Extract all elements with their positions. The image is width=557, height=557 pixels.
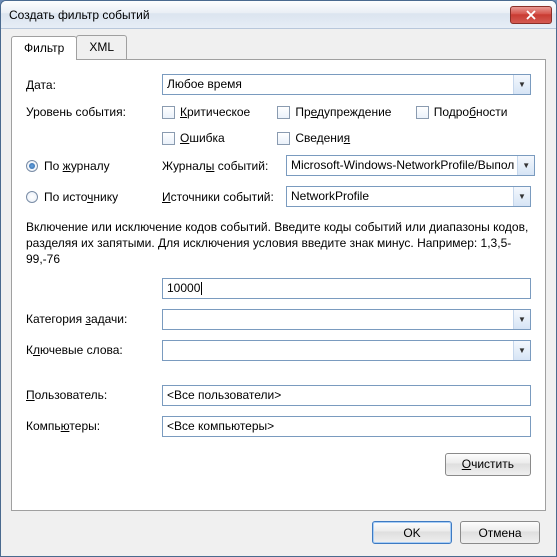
date-combo-value: Любое время bbox=[162, 74, 531, 95]
chk-verbose[interactable]: Подробности bbox=[416, 105, 531, 119]
checkbox-icon bbox=[277, 132, 290, 145]
event-logs-value: Microsoft-Windows-NetworkProfile/Выпол bbox=[286, 155, 535, 176]
checkbox-icon bbox=[416, 106, 429, 119]
row-by-source: По источнику Источники событий: NetworkP… bbox=[26, 186, 531, 207]
row-computers: Компьютеры: bbox=[26, 416, 531, 437]
category-value bbox=[162, 309, 531, 330]
close-icon bbox=[526, 10, 536, 20]
chk-warning[interactable]: Предупреждение bbox=[277, 105, 415, 119]
row-level: Уровень события: Критическое Предупрежде… bbox=[26, 105, 531, 145]
event-logs-combo[interactable]: Microsoft-Windows-NetworkProfile/Выпол ▼ bbox=[286, 155, 535, 176]
ok-button[interactable]: OK bbox=[372, 521, 452, 544]
label-user: Пользователь: bbox=[26, 388, 154, 402]
titlebar: Создать фильтр событий bbox=[1, 1, 556, 29]
computers-input[interactable] bbox=[162, 416, 531, 437]
label-level: Уровень события: bbox=[26, 105, 154, 119]
radio-by-log-wrap[interactable]: По журналу bbox=[26, 159, 154, 173]
row-user: Пользователь: bbox=[26, 385, 531, 406]
row-date: Дата: Любое время ▼ bbox=[26, 74, 531, 95]
date-combo[interactable]: Любое время ▼ bbox=[162, 74, 531, 95]
chk-critical[interactable]: Критическое bbox=[162, 105, 277, 119]
filter-panel: Дата: Любое время ▼ Уровень события: Кри… bbox=[11, 59, 546, 511]
tab-xml[interactable]: XML bbox=[76, 35, 127, 59]
row-category: Категория задачи: ▼ bbox=[26, 309, 531, 330]
label-keywords: Ключевые слова: bbox=[26, 343, 154, 357]
chk-info[interactable]: Сведения bbox=[277, 131, 415, 145]
row-event-ids: 10000 bbox=[26, 278, 531, 299]
checkbox-icon bbox=[162, 132, 175, 145]
chk-error[interactable]: Ошибка bbox=[162, 131, 277, 145]
label-event-logs: Журналы событий: bbox=[162, 159, 278, 173]
keywords-value bbox=[162, 340, 531, 361]
event-ids-input[interactable]: 10000 bbox=[162, 278, 531, 299]
window-title: Создать фильтр событий bbox=[9, 8, 510, 22]
checkbox-icon bbox=[162, 106, 175, 119]
clear-button[interactable]: Очистить bbox=[445, 453, 531, 476]
event-ids-input-wrap: 10000 bbox=[162, 278, 531, 299]
level-checkboxes: Критическое Предупреждение Подробности О… bbox=[162, 105, 531, 145]
dialog-footer: OK Отмена bbox=[11, 511, 546, 546]
row-keywords: Ключевые слова: ▼ bbox=[26, 340, 531, 361]
label-computers: Компьютеры: bbox=[26, 419, 154, 433]
radio-icon bbox=[26, 160, 38, 172]
tab-strip: Фильтр XML bbox=[11, 35, 546, 59]
checkbox-icon bbox=[277, 106, 290, 119]
event-sources-value: NetworkProfile bbox=[286, 186, 531, 207]
row-by-log: По журналу Журналы событий: Microsoft-Wi… bbox=[26, 155, 531, 176]
close-button[interactable] bbox=[510, 6, 552, 24]
dialog-window: Создать фильтр событий Фильтр XML Дата: … bbox=[0, 0, 557, 557]
cancel-button[interactable]: Отмена bbox=[460, 521, 540, 544]
tab-filter[interactable]: Фильтр bbox=[11, 36, 77, 60]
help-text: Включение или исключение кодов событий. … bbox=[26, 219, 531, 268]
event-sources-combo[interactable]: NetworkProfile ▼ bbox=[286, 186, 531, 207]
radio-by-source-wrap[interactable]: По источнику bbox=[26, 190, 154, 204]
category-combo[interactable]: ▼ bbox=[162, 309, 531, 330]
label-event-sources: Источники событий: bbox=[162, 190, 278, 204]
client-area: Фильтр XML Дата: Любое время ▼ Уровень с… bbox=[1, 29, 556, 556]
radio-icon bbox=[26, 191, 38, 203]
keywords-combo[interactable]: ▼ bbox=[162, 340, 531, 361]
label-category: Категория задачи: bbox=[26, 312, 154, 326]
text-cursor-icon bbox=[201, 282, 202, 295]
user-input[interactable] bbox=[162, 385, 531, 406]
label-date: Дата: bbox=[26, 78, 154, 92]
